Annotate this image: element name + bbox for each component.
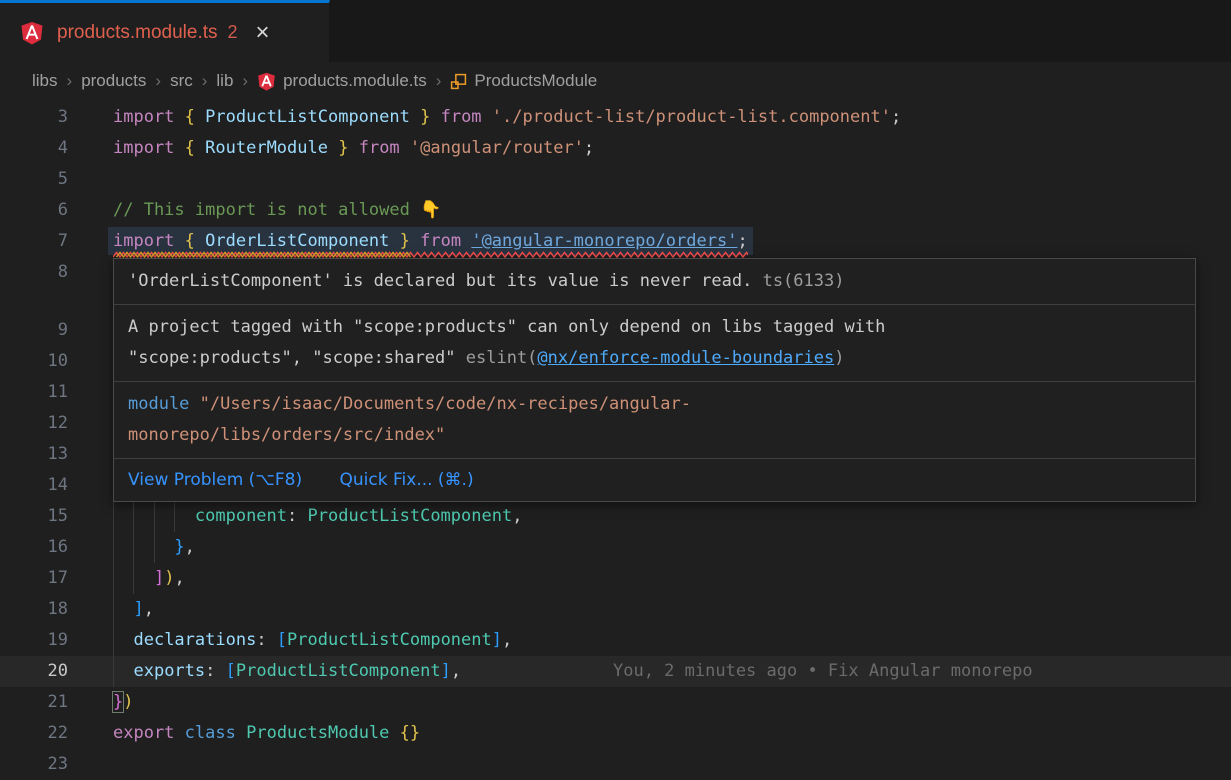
quick-fix-action[interactable]: Quick Fix... (⌘.) (340, 470, 474, 490)
class-symbol-icon (450, 73, 467, 90)
line-number-15[interactable]: 15 (0, 501, 68, 532)
code-line-19[interactable]: 19 declarations: [ProductListComponent], (0, 625, 1231, 656)
code-content: // This import is not allowed 👇 (113, 195, 441, 226)
tab-close-button[interactable]: × (256, 21, 270, 45)
breadcrumb: libs › products › src › lib › products.module.ts… (0, 62, 1231, 100)
code-content: import { RouterModule } from '@angular/r… (113, 133, 594, 164)
line-number-19[interactable]: 19 (0, 625, 68, 656)
git-blame-annotation: You, 2 minutes ago • Fix Angular monorep… (613, 656, 1033, 687)
editor-tab-bar: products.module.ts 2 × (0, 0, 1231, 62)
breadcrumb-item-src[interactable]: src (170, 71, 193, 91)
diagnostics-hover-popup: 'OrderListComponent' is declared but its… (113, 258, 1196, 502)
line-number-12[interactable]: 12 (0, 408, 68, 439)
line-number-6[interactable]: 6 (0, 195, 68, 226)
code-content: declarations: [ProductListComponent], (113, 625, 512, 656)
code-line-17[interactable]: 17 ]), (0, 563, 1231, 594)
diagnostic-eslint-message: A project tagged with "scope:products" c… (114, 305, 1195, 382)
breadcrumb-item-libs[interactable]: libs (32, 71, 58, 91)
tab-problems-badge: 2 (228, 22, 238, 43)
code-content: import { OrderListComponent } from '@ang… (113, 226, 748, 257)
breadcrumb-separator: › (436, 71, 442, 91)
line-number-11[interactable]: 11 (0, 377, 68, 408)
diagnostic-ts-message: 'OrderListComponent' is declared but its… (114, 259, 1195, 305)
breadcrumb-item-products[interactable]: products (81, 71, 146, 91)
line-number-23[interactable]: 23 (0, 749, 68, 780)
breadcrumb-label: products (81, 71, 146, 91)
code-content: import { ProductListComponent } from './… (113, 102, 901, 133)
code-line-4[interactable]: 4 import { RouterModule } from '@angular/… (0, 133, 1231, 164)
line-number-20[interactable]: 20 (0, 656, 68, 687)
breadcrumb-item-lib[interactable]: lib (216, 71, 233, 91)
breadcrumb-label: ProductsModule (474, 71, 597, 91)
code-editor[interactable]: 3 import { ProductListComponent } from '.… (0, 100, 1231, 780)
breadcrumb-label: products.module.ts (283, 71, 427, 91)
code-content: exports: [ProductListComponent], (113, 656, 461, 687)
code-content: }) (113, 687, 134, 718)
line-number-4[interactable]: 4 (0, 133, 68, 164)
breadcrumb-label: src (170, 71, 193, 91)
breadcrumb-separator: › (155, 71, 161, 91)
code-line-20[interactable]: 20 exports: [ProductListComponent], You, … (0, 656, 1231, 687)
view-problem-action[interactable]: View Problem (⌥F8) (128, 470, 302, 490)
breadcrumb-separator: › (202, 71, 208, 91)
line-number-22[interactable]: 22 (0, 718, 68, 749)
line-number-14[interactable]: 14 (0, 470, 68, 501)
breadcrumb-label: lib (216, 71, 233, 91)
line-number-13[interactable]: 13 (0, 439, 68, 470)
code-content: export class ProductsModule {} (113, 718, 420, 749)
code-line-18[interactable]: 18 ], (0, 594, 1231, 625)
vscode-window: products.module.ts 2 × libs › products › src… (0, 0, 1231, 780)
code-content: component: ProductListComponent, (113, 501, 522, 532)
angular-icon (257, 72, 276, 91)
module-keyword: module (128, 394, 189, 414)
code-content: ]), (113, 563, 185, 594)
tab-products-module-ts[interactable]: products.module.ts 2 × (0, 0, 330, 62)
code-content: ], (113, 594, 154, 625)
breadcrumb-item-products.module.ts[interactable]: products.module.ts (257, 71, 427, 91)
code-line-21[interactable]: 21}) (0, 687, 1231, 718)
code-content: }, (113, 532, 195, 563)
breadcrumb-separator: › (242, 71, 248, 91)
diagnostic-ts-text: 'OrderListComponent' is declared but its… (128, 271, 752, 291)
line-number-21[interactable]: 21 (0, 687, 68, 718)
line-number-8[interactable]: 8 (0, 257, 68, 288)
code-line-22[interactable]: 22 export class ProductsModule {} (0, 718, 1231, 749)
line-number-10[interactable]: 10 (0, 346, 68, 377)
eslint-message-line2: "scope:products", "scope:shared" eslint(… (128, 343, 1181, 374)
tab-title: products.module.ts (57, 22, 218, 44)
line-number-7[interactable]: 7 (0, 226, 68, 257)
code-line-5[interactable]: 5 (0, 164, 1231, 195)
breadcrumb-label: libs (32, 71, 58, 91)
code-line-7[interactable]: 7 import { OrderListComponent } from '@an… (0, 226, 1231, 257)
code-line-6[interactable]: 6 // This import is not allowed 👇 (0, 195, 1231, 226)
eslint-rule-link[interactable]: @nx/enforce-module-boundaries (537, 348, 834, 368)
code-line-16[interactable]: 16 }, (0, 532, 1231, 563)
hover-actions: View Problem (⌥F8) Quick Fix... (⌘.) (114, 459, 1195, 501)
code-line-15[interactable]: 15 component: ProductListComponent, (0, 501, 1231, 532)
code-line-3[interactable]: 3 import { ProductListComponent } from '.… (0, 102, 1231, 133)
diagnostic-ts-source: ts(6133) (763, 271, 845, 291)
diagnostic-module-path: module "/Users/isaac/Documents/code/nx-r… (114, 382, 1195, 459)
angular-icon (20, 21, 44, 45)
line-number-16[interactable]: 16 (0, 532, 68, 563)
eslint-message-line1: A project tagged with "scope:products" c… (128, 312, 1181, 343)
line-number-3[interactable]: 3 (0, 102, 68, 133)
line-number-18[interactable]: 18 (0, 594, 68, 625)
breadcrumb-separator: › (67, 71, 73, 91)
line-number-5[interactable]: 5 (0, 164, 68, 195)
line-number-17[interactable]: 17 (0, 563, 68, 594)
line-number-9[interactable]: 9 (0, 315, 68, 346)
code-line-23[interactable]: 23 (0, 749, 1231, 780)
breadcrumb-item-ProductsModule[interactable]: ProductsModule (450, 71, 597, 91)
